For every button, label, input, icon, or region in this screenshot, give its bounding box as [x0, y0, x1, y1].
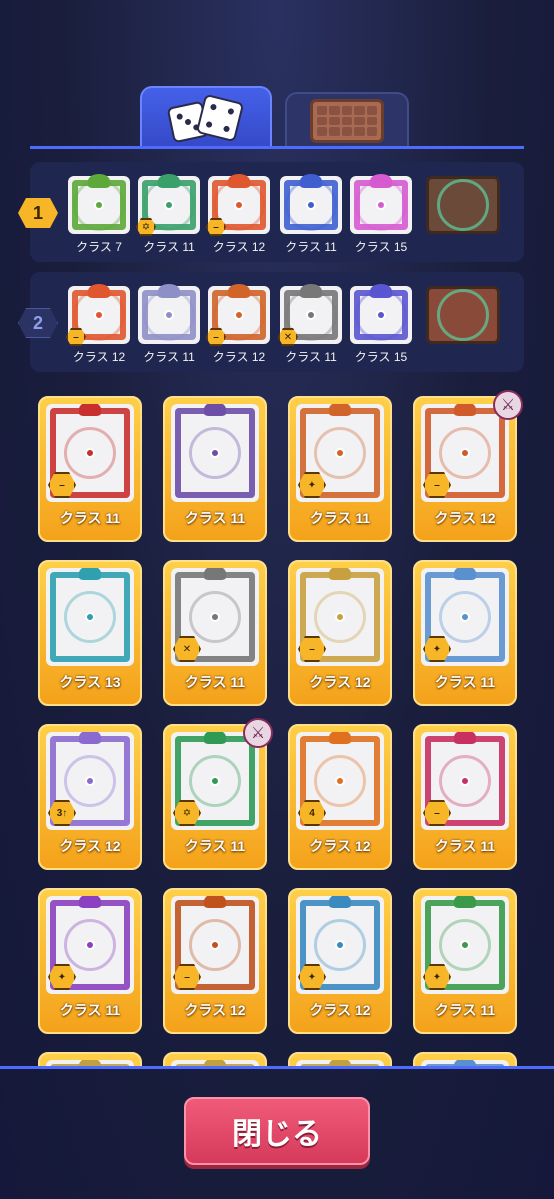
atom-dice-icon: ✦: [46, 896, 134, 994]
deck-slot[interactable]: [426, 176, 500, 238]
slot-label: クラス 12: [72, 350, 126, 364]
deck-panel[interactable]: 2– クラス 12 クラス 11– クラス 12 ✕ クラス 11 クラス 15: [18, 272, 524, 372]
deck-slot[interactable]: クラス 15: [350, 174, 412, 255]
slot-label: クラス 11: [143, 350, 195, 364]
blaze-dice-icon: 4: [296, 732, 384, 830]
tab-board[interactable]: [285, 92, 409, 148]
deck-slot[interactable]: [426, 286, 500, 348]
card-label: クラス 12: [309, 1002, 371, 1018]
deck-slot[interactable]: – クラス 12: [206, 174, 270, 255]
card-label: クラス 12: [309, 674, 371, 690]
slot-label: クラス 12: [212, 350, 266, 364]
vine-dice-icon: [68, 174, 130, 234]
tab-bar: [0, 86, 554, 148]
snow-dice-icon: ✦: [421, 568, 509, 666]
dice-card[interactable]: ✦ クラス 11: [38, 888, 142, 1034]
blade-dice-icon: –: [421, 732, 509, 830]
sword-icon: ⚔: [243, 718, 273, 748]
fire-dice-icon: ✦: [296, 404, 384, 502]
dice-icon: [166, 90, 246, 146]
pentagram-dice-icon: ✡: [171, 732, 259, 830]
card-label: クラス 13: [59, 674, 121, 690]
deck-slot[interactable]: ✡ クラス 11: [136, 174, 200, 255]
rainbow-dice-icon: [350, 174, 412, 234]
slot-label: クラス 15: [354, 350, 408, 364]
deck-panel[interactable]: 1 クラス 7 ✡ クラス 11– クラス 12 クラス 11 クラス 15: [18, 162, 524, 262]
dice-card[interactable]: ✦ クラス 12: [288, 888, 392, 1034]
slot-label: クラス 15: [354, 240, 408, 254]
skull-dice-icon: ✕: [171, 568, 259, 666]
slot-label: クラス 11: [143, 240, 195, 254]
tornado-dice-icon: [138, 284, 200, 344]
mirror-dice-icon: [350, 284, 412, 344]
dice-card[interactable]: ✡ ⚔ クラス 11: [163, 718, 273, 870]
gear-dice-icon: [171, 404, 259, 502]
deck-slot[interactable]: クラス 11: [138, 284, 200, 365]
dice-card[interactable]: ✦ クラス 11: [288, 396, 392, 542]
card-label: クラス 11: [434, 838, 496, 854]
card-label: クラス 12: [184, 1002, 246, 1018]
infinity-dice-icon: –: [421, 404, 509, 502]
card-label: クラス 11: [309, 510, 371, 526]
slot-label: クラス 12: [212, 240, 266, 254]
dice-card[interactable]: ✕ クラス 11: [163, 560, 267, 706]
slot-label: クラス 11: [285, 350, 337, 364]
card-label: クラス 11: [434, 674, 496, 690]
board-icon: [426, 286, 500, 344]
board-icon: [310, 99, 384, 143]
deck-slot[interactable]: ✕ クラス 11: [278, 284, 342, 365]
sun-dice-icon: –: [46, 404, 134, 502]
tab-dice[interactable]: [140, 86, 272, 148]
deck-slot[interactable]: クラス 15: [350, 284, 412, 365]
card-label: クラス 12: [59, 838, 121, 854]
dice-card[interactable]: – クラス 11: [413, 724, 517, 870]
card-label: クラス 11: [184, 674, 246, 690]
dice-card[interactable]: – ⚔ クラス 12: [413, 390, 523, 542]
board-icon: [426, 176, 500, 234]
card-label: クラス 11: [184, 510, 246, 526]
dice-card[interactable]: ✦ クラス 11: [413, 888, 517, 1034]
slot-label: クラス 7: [76, 240, 122, 254]
collection-divider: [0, 1066, 554, 1069]
dice-card[interactable]: ✦ クラス 11: [413, 560, 517, 706]
sword-icon: ⚔: [493, 390, 523, 420]
dice-card[interactable]: – クラス 12: [288, 560, 392, 706]
dice-card[interactable]: – クラス 11: [38, 396, 142, 542]
deck-slot[interactable]: – クラス 12: [206, 284, 270, 365]
vortex-dice-icon: ✦: [296, 896, 384, 994]
infinity-dice-icon: –: [66, 284, 130, 346]
deck-slot[interactable]: – クラス 12: [66, 284, 130, 365]
card-label: クラス 12: [434, 510, 496, 526]
dice-card[interactable]: クラス 13: [38, 560, 142, 706]
dice-card[interactable]: – クラス 12: [163, 888, 267, 1034]
card-label: クラス 11: [434, 1002, 496, 1018]
card-label: クラス 11: [184, 838, 246, 854]
dice-card[interactable]: 4 クラス 12: [288, 724, 392, 870]
slot-label: クラス 11: [285, 240, 337, 254]
card-label: クラス 12: [309, 838, 371, 854]
thorn-dice-icon: ✦: [421, 896, 509, 994]
card-label: クラス 11: [59, 1002, 121, 1018]
deck-slot[interactable]: クラス 11: [280, 174, 342, 255]
sword-dice-icon: [46, 568, 134, 666]
dice-card[interactable]: クラス 11: [163, 396, 267, 542]
cycle-dice-icon: 3↑: [46, 732, 134, 830]
tab-underline: [30, 146, 524, 149]
sniper-dice-icon: –: [206, 284, 270, 346]
wave-dice-icon: [280, 174, 342, 234]
dice-collection-grid: – クラス 11 クラス 11 ✦ クラス 11– ⚔ クラス 12 クラス 13 ✕ クラス 1…: [0, 388, 554, 1068]
close-button[interactable]: 閉じる: [184, 1097, 370, 1165]
star-dice-icon: ✡: [136, 174, 200, 236]
deck-number-badge[interactable]: 1: [18, 198, 58, 228]
skull-dice-icon: ✕: [278, 284, 342, 346]
shield-dice-icon: –: [296, 568, 384, 666]
infinity-dice-icon: –: [206, 174, 270, 236]
deck-slot[interactable]: クラス 7: [68, 174, 130, 255]
dice-card[interactable]: 3↑ クラス 12: [38, 724, 142, 870]
deck-number-badge[interactable]: 2: [18, 308, 58, 338]
card-label: クラス 11: [59, 510, 121, 526]
sniper-dice-icon: –: [171, 896, 259, 994]
